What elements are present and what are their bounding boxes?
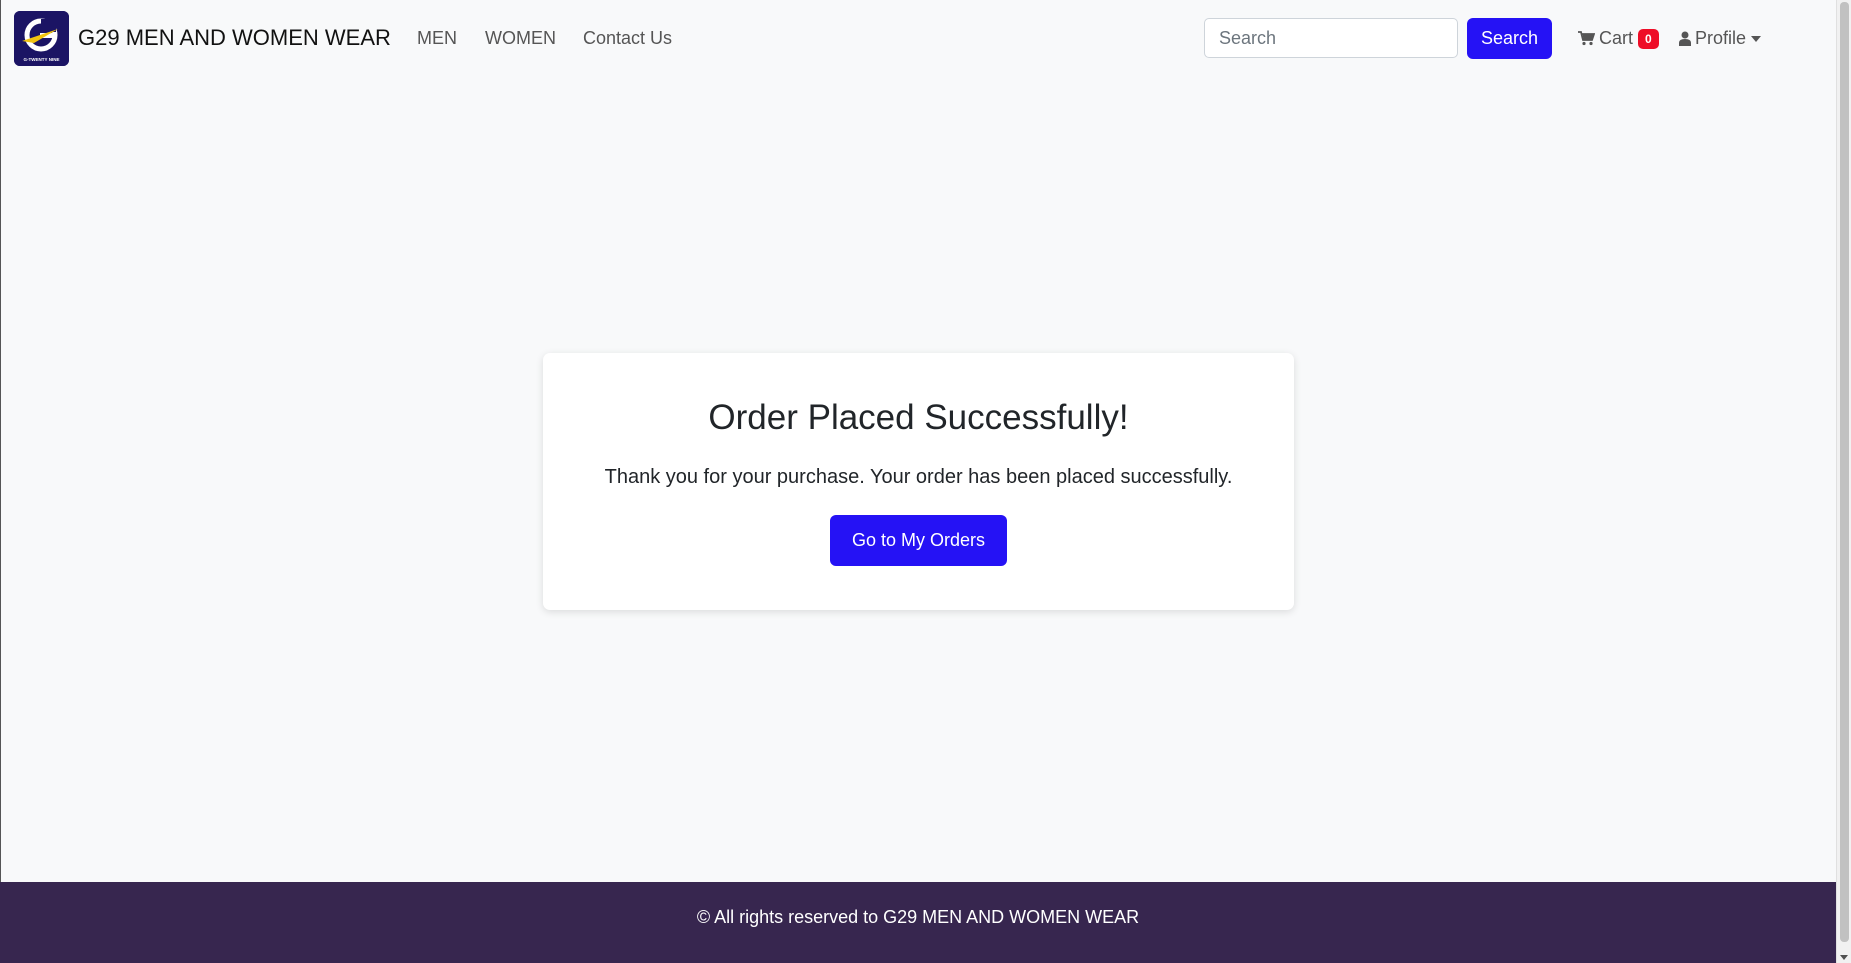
go-to-my-orders-button[interactable]: Go to My Orders [830,515,1007,566]
footer: © All rights reserved to G29 MEN AND WOM… [0,882,1836,963]
profile-label: Profile [1695,28,1747,48]
order-success-message: Thank you for your purchase. Your order … [604,466,1233,488]
page-border [0,0,1,963]
profile-dropdown[interactable]: Profile [1679,28,1762,49]
navbar: G-TWENTY NINE G29 MEN AND WOMEN WEAR MEN… [0,0,1836,78]
cart-count-badge: 0 [1638,28,1659,49]
nav-link-women[interactable]: WOMEN [485,28,556,49]
brand-name[interactable]: G29 MEN AND WOMEN WEAR [78,25,391,51]
logo-text: G-TWENTY NINE [24,57,60,62]
cart-link[interactable]: Cart 0 [1578,28,1659,49]
brand-logo[interactable]: G-TWENTY NINE [14,11,69,66]
user-icon [1679,31,1691,46]
vertical-scrollbar[interactable] [1836,0,1851,963]
order-success-card: Order Placed Successfully! Thank you for… [543,353,1294,610]
search-input[interactable] [1204,18,1458,58]
nav-link-men[interactable]: MEN [417,28,457,49]
shopping-cart-icon [1578,31,1595,46]
cart-label: Cart [1599,28,1634,48]
order-success-title: Order Placed Successfully! [708,398,1129,437]
footer-copyright: © All rights reserved to G29 MEN AND WOM… [696,907,1140,927]
caret-down-icon [1751,35,1762,42]
nav-link-contact-us[interactable]: Contact Us [583,28,672,49]
scrollbar-thumb[interactable] [1840,2,1849,942]
g29-logo-icon: G-TWENTY NINE [14,11,69,66]
search-button[interactable]: Search [1467,18,1552,59]
scroll-down-arrow-icon[interactable] [1840,955,1848,960]
